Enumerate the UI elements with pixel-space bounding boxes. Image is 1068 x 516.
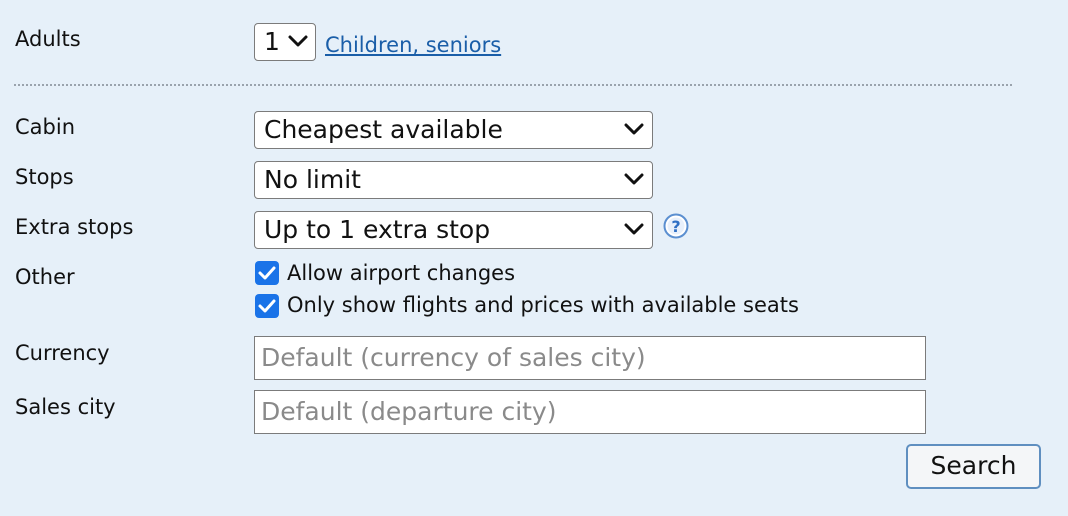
allow-airport-changes-label[interactable]: Allow airport changes — [287, 260, 515, 286]
chevron-down-icon — [624, 223, 644, 235]
allow-airport-changes-checkbox[interactable] — [255, 261, 279, 285]
sales-city-input-placeholder: Default (departure city) — [261, 397, 557, 426]
svg-text:?: ? — [671, 217, 680, 236]
search-button[interactable]: Search — [906, 444, 1041, 489]
extra-stops-select-value: Up to 1 extra stop — [264, 215, 491, 244]
chevron-down-icon — [624, 123, 644, 135]
extra-stops-select[interactable]: Up to 1 extra stop — [254, 211, 653, 249]
sales-city-input[interactable]: Default (departure city) — [254, 390, 926, 434]
currency-input[interactable]: Default (currency of sales city) — [254, 336, 926, 380]
adults-select[interactable]: 1 — [254, 23, 316, 61]
chevron-down-icon — [288, 35, 308, 47]
children-seniors-link[interactable]: Children, seniors — [325, 32, 501, 58]
cabin-select-value: Cheapest available — [264, 115, 503, 144]
checkmark-icon — [258, 266, 276, 280]
extra-stops-label: Extra stops — [15, 215, 134, 239]
chevron-down-icon — [624, 173, 644, 185]
stops-label: Stops — [15, 165, 74, 189]
checkmark-icon — [258, 299, 276, 313]
section-divider — [14, 84, 1012, 86]
sales-city-label: Sales city — [15, 395, 116, 419]
adults-label: Adults — [15, 27, 81, 51]
other-label: Other — [15, 265, 75, 289]
stops-select[interactable]: No limit — [254, 161, 653, 199]
stops-select-value: No limit — [264, 165, 361, 194]
cabin-select[interactable]: Cheapest available — [254, 111, 653, 149]
available-seats-label[interactable]: Only show flights and prices with availa… — [287, 292, 799, 318]
currency-label: Currency — [15, 341, 110, 365]
question-circle-icon[interactable]: ? — [663, 213, 689, 239]
adults-select-value: 1 — [264, 27, 280, 56]
cabin-label: Cabin — [15, 115, 76, 139]
currency-input-placeholder: Default (currency of sales city) — [261, 343, 646, 372]
available-seats-checkbox[interactable] — [255, 294, 279, 318]
